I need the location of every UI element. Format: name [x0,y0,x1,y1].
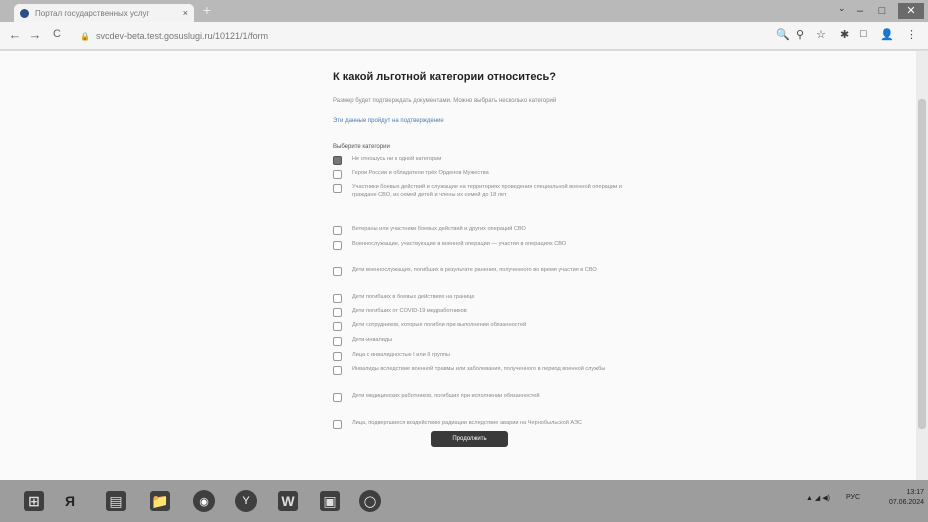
taskbar-yandex[interactable]: Y [226,484,266,518]
clock-date: 07.06.2024 [888,499,924,506]
category-checkbox[interactable] [333,352,342,361]
app-window-icon: ▣ [320,491,340,511]
category-option[interactable]: Дети военнослужащих, погибших в результа… [333,267,633,294]
group-label: Выберите категории [333,144,390,150]
category-option[interactable]: Инвалиды вследствие военной травмы или з… [333,366,633,393]
word-icon: W [278,491,298,511]
category-label: Дети медицинских работников, погибших пр… [352,393,540,399]
page-viewport: К какой льготной категории относитесь? Р… [0,51,916,480]
category-option[interactable]: Лица с инвалидностью I или II группы [333,352,633,366]
yandex-browser-icon: Y [235,490,257,512]
windows-start-icon: ⊞ [24,491,44,511]
sidepanel-icon[interactable]: □ [860,28,867,40]
calculator-icon: ▤ [106,491,126,511]
category-checkbox[interactable] [333,366,342,375]
category-checkbox[interactable] [333,420,342,429]
category-option[interactable]: Военнослужащие, участвующие в военной оп… [333,241,633,267]
category-option[interactable]: Дети погибших от COVID-19 медработников [333,308,633,322]
form-content: К какой льготной категории относитесь? Р… [333,71,633,440]
chrome-icon: ◉ [193,490,215,512]
lock-icon: 🔒 [80,31,90,41]
yandex-icon: Я [64,493,76,509]
category-checkbox[interactable] [333,241,342,250]
category-label: Лица, подвергшиеся воздействию радиации … [352,420,583,426]
url-text[interactable]: svcdev-beta.test.gosuslugi.ru/10121/1/fo… [96,31,268,41]
taskbar-chrome[interactable]: ◉ [184,484,224,518]
minimize-button[interactable]: – [850,3,870,19]
category-checkbox[interactable] [333,322,342,331]
back-button[interactable]: ← [8,27,22,42]
taskbar-calculator[interactable]: ▤ [96,484,136,518]
address-bar[interactable]: 🔒 svcdev-beta.test.gosuslugi.ru/10121/1/… [80,27,600,45]
category-label: Дети сотрудников, которые погибли при вы… [352,322,527,328]
language-indicator[interactable]: РУС [846,494,860,501]
tab-close-icon[interactable]: × [183,8,188,18]
site-favicon-icon [20,8,29,18]
translate-icon[interactable]: ⚲ [796,28,804,41]
category-option[interactable]: Дети-инвалиды [333,337,633,352]
taskbar-word[interactable]: W [268,484,308,518]
category-option[interactable]: Не отношусь ни к одной категории [333,156,633,170]
start-button[interactable]: ⊞ [14,484,54,518]
profile-icon[interactable]: 👤 [880,28,894,41]
page-title: К какой льготной категории относитесь? [333,71,556,83]
maximize-button[interactable]: □ [872,3,892,19]
taskbar-explorer[interactable]: 📁 [140,484,180,518]
browser-tab-bar: Портал государственных услуг × + ⌄ – □ ✕ [0,0,928,22]
category-label: Дети-инвалиды [352,337,393,343]
taskbar-clock[interactable]: 13:17 07.06.2024 [872,488,924,508]
system-tray-icons[interactable]: ▲ ◢ ◀) [806,494,830,502]
menu-icon[interactable]: ⋮ [906,28,917,41]
continue-button[interactable]: Продолжить [431,431,508,447]
category-label: Лица с инвалидностью I или II группы [352,352,450,358]
category-checkbox[interactable] [333,267,342,276]
reload-button[interactable]: C [50,28,64,40]
taskbar-app[interactable]: ▣ [310,484,350,518]
browser-toolbar: ← → C 🔒 svcdev-beta.test.gosuslugi.ru/10… [0,22,928,50]
new-tab-button[interactable]: + [200,3,214,18]
category-checkbox[interactable] [333,184,342,193]
taskbar-circle-app[interactable]: ◯ [350,484,390,518]
category-option[interactable]: Участники боевых действий и служащие на … [333,184,633,226]
category-checkbox[interactable] [333,308,342,317]
window-close-button[interactable]: ✕ [898,3,924,19]
forward-button[interactable]: → [28,27,42,42]
category-option[interactable]: Дети погибших в боевых действиях на гран… [333,294,633,308]
extensions-icon[interactable]: ✱ [840,28,849,41]
category-checkbox[interactable] [333,337,342,346]
tab-search-dropdown-icon[interactable]: ⌄ [838,3,846,14]
category-option[interactable]: Герои России и обладатели трёх Орденов М… [333,170,633,184]
page-scrollbar[interactable] [916,51,928,480]
search-icon[interactable]: 🔍 [776,28,790,41]
category-checkbox[interactable] [333,393,342,402]
tab-gosuslugi[interactable]: Портал государственных услуг × [14,4,194,22]
scrollbar-thumb[interactable] [918,99,926,429]
category-label: Дети военнослужащих, погибших в результа… [352,267,597,273]
circle-app-icon: ◯ [359,490,381,512]
category-checkbox[interactable] [333,294,342,303]
category-label: Военнослужащие, участвующие в военной оп… [352,241,567,247]
category-option[interactable]: Дети медицинских работников, погибших пр… [333,393,633,420]
category-option[interactable]: Ветераны или участники боевых действий и… [333,226,633,241]
page-subtitle: Размер будет подтверждать документами. М… [333,98,557,104]
category-list: Не отношусь ни к одной категории Герои Р… [333,156,633,440]
category-label: Дети погибших от COVID-19 медработников [352,308,467,314]
tab-title: Портал государственных услуг [35,8,150,18]
category-label: Инвалиды вследствие военной травмы или з… [352,366,606,372]
taskbar-yandex-browser[interactable]: Я [50,484,90,518]
category-label: Участники боевых действий и служащие на … [352,184,622,198]
category-option[interactable]: Дети сотрудников, которые погибли при вы… [333,322,633,337]
category-checkbox[interactable] [333,156,342,165]
category-label: Не отношусь ни к одной категории [352,156,442,162]
category-label: Дети погибших в боевых действиях на гран… [352,294,475,300]
bookmark-star-icon[interactable]: ☆ [816,28,826,41]
category-checkbox[interactable] [333,226,342,235]
category-label: Ветераны или участники боевых действий и… [352,226,526,232]
folder-icon: 📁 [150,491,170,511]
clock-time: 13:17 [906,489,924,496]
info-link[interactable]: Эти данные пройдут на подтверждение [333,117,633,125]
taskbar: ⊞ Я ▤ 📁 ◉ Y W ▣ ◯ ▲ ◢ ◀) РУС 13:17 07.06… [0,480,928,522]
category-checkbox[interactable] [333,170,342,179]
category-label: Герои России и обладатели трёх Орденов М… [352,170,489,176]
